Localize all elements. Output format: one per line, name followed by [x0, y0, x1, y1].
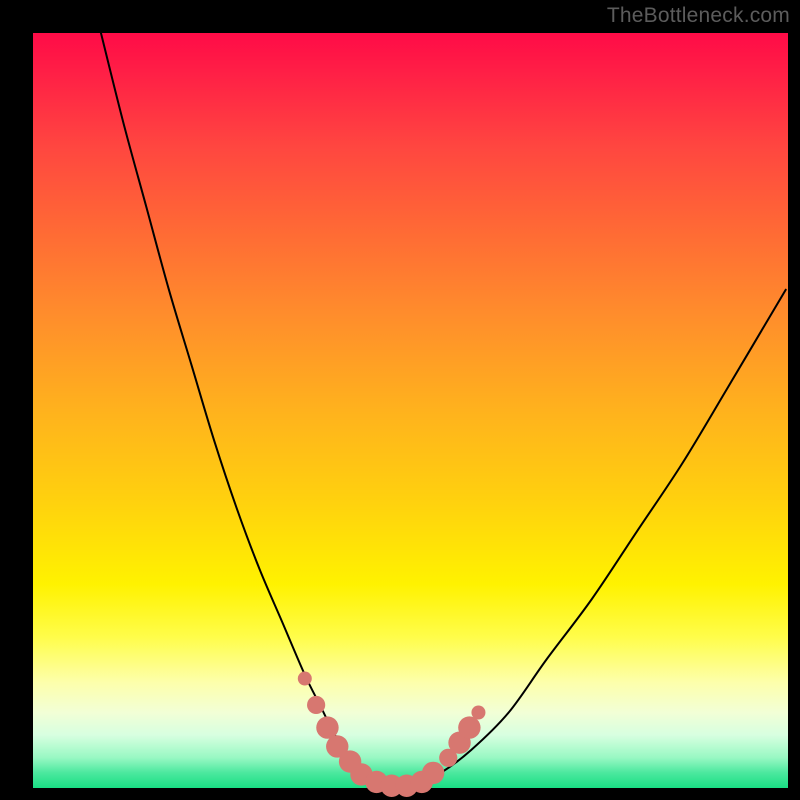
curve-svg [33, 33, 788, 788]
highlight-dot [298, 672, 312, 686]
chart-frame: TheBottleneck.com [0, 0, 800, 800]
highlight-dot [307, 696, 325, 714]
highlight-dot [422, 762, 444, 784]
highlight-dot [316, 716, 338, 738]
highlight-dot [458, 716, 480, 738]
watermark-text: TheBottleneck.com [607, 4, 790, 28]
bottleneck-curve [101, 33, 786, 790]
plot-area [33, 33, 788, 788]
highlight-dots [298, 672, 486, 797]
highlight-dot [471, 706, 485, 720]
